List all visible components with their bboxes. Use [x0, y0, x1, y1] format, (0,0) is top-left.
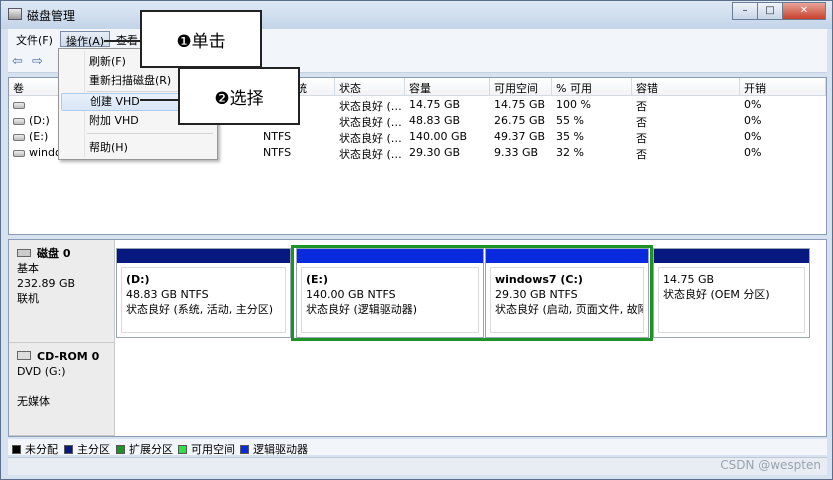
callout-step-1: ❶单击 [140, 10, 262, 68]
cell-filesystem: NTFS [263, 146, 292, 159]
drive-icon [13, 133, 25, 141]
partition-name: (D:) [126, 273, 150, 286]
cell-percent: 35 % [556, 130, 584, 143]
cell-overhead: 0% [744, 98, 762, 111]
column-overhead[interactable]: 开销 [740, 78, 826, 96]
cell-overhead: 0% [744, 130, 762, 143]
cell-capacity: 29.30 GB [409, 146, 461, 159]
partition-c[interactable]: windows7 (C:) 29.30 GB NTFS 状态良好 (启动, 页面… [485, 248, 649, 338]
cell-overhead: 0% [744, 146, 762, 159]
menu-view[interactable]: 查看 [111, 31, 143, 47]
cell-free: 9.33 GB [494, 146, 539, 159]
cell-status: 状态良好 (… [339, 132, 402, 145]
window-title: 磁盘管理 [27, 9, 76, 23]
maximize-button[interactable]: □ [757, 2, 783, 20]
partition-size: 140.00 GB NTFS [306, 288, 396, 301]
legend-unallocated: 未分配 [12, 441, 58, 457]
table-row-volume[interactable]: (E:) [9, 130, 59, 146]
close-button[interactable]: ✕ [782, 2, 826, 20]
cdrom-name: CD-ROM 0 [37, 350, 100, 363]
partition-name: (E:) [306, 273, 328, 286]
column-percent-free[interactable]: % 可用 [552, 78, 632, 96]
status-bar [8, 457, 827, 475]
legend-free-space: 可用空间 [178, 441, 235, 457]
menu-action[interactable]: 操作(A) [60, 31, 111, 48]
partition-status: 状态良好 (启动, 页面文件, 故障 [495, 303, 644, 316]
disk-name: 磁盘 0 [37, 247, 71, 260]
cell-fault: 否 [636, 148, 647, 161]
disk-management-icon [8, 8, 22, 20]
cell-free: 49.37 GB [494, 130, 546, 143]
cell-fault: 否 [636, 100, 647, 113]
disk-0-label[interactable]: 磁盘 0 基本 232.89 GB 联机 [9, 240, 115, 343]
cdrom-type: DVD (G:) [17, 365, 66, 378]
legend-extended: 扩展分区 [116, 441, 173, 457]
cell-fault: 否 [636, 116, 647, 129]
partition-d[interactable]: (D:) 48.83 GB NTFS 状态良好 (系统, 活动, 主分区) [116, 248, 291, 338]
cdrom-state: 无媒体 [17, 395, 50, 408]
cell-free: 26.75 GB [494, 114, 546, 127]
cell-filesystem: NTFS [263, 130, 292, 143]
cell-percent: 32 % [556, 146, 584, 159]
arrow-right-icon[interactable]: ⇨ [32, 54, 43, 69]
arrow-left-icon[interactable]: ⇦ [12, 54, 23, 69]
callout-2-leader [140, 99, 180, 101]
cell-percent: 55 % [556, 114, 584, 127]
partition-bar [654, 249, 809, 263]
cdrom-empty-area [116, 343, 826, 435]
drive-icon [13, 117, 25, 125]
disk-icon [17, 249, 31, 257]
table-row-volume[interactable]: (D:) [9, 114, 59, 130]
legend-primary: 主分区 [64, 441, 110, 457]
partition-bar [486, 249, 648, 263]
cdrom-icon [17, 351, 31, 360]
cell-capacity: 14.75 GB [409, 98, 461, 111]
partition-bar [297, 249, 483, 263]
cell-overhead: 0% [744, 114, 762, 127]
partition-status: 状态良好 (OEM 分区) [663, 288, 770, 301]
partition-name: windows7 (C:) [495, 273, 583, 286]
column-capacity[interactable]: 容量 [405, 78, 490, 96]
cell-status: 状态良好 (… [339, 116, 402, 129]
legend-logical: 逻辑驱动器 [240, 441, 308, 457]
disk-size: 232.89 GB [17, 277, 76, 290]
partition-size: 14.75 GB [663, 273, 715, 286]
callout-step-2: ❷选择 [178, 67, 300, 125]
menu-file[interactable]: 文件(F) [11, 31, 58, 47]
cdrom-0-label[interactable]: CD-ROM 0 DVD (G:) 无媒体 [9, 343, 115, 436]
drive-icon [13, 149, 25, 157]
menu-item-help[interactable]: 帮助(H) [61, 139, 215, 157]
drive-icon [13, 101, 25, 109]
cell-capacity: 140.00 GB [409, 130, 468, 143]
partition-size: 29.30 GB NTFS [495, 288, 578, 301]
cell-status: 状态良好 (… [339, 100, 402, 113]
title-bar: 磁盘管理 – □ ✕ [1, 1, 832, 29]
partition-oem[interactable]: 14.75 GB 状态良好 (OEM 分区) [653, 248, 810, 338]
column-free-space[interactable]: 可用空间 [490, 78, 552, 96]
callout-1-leader [104, 40, 140, 42]
column-status[interactable]: 状态 [335, 78, 405, 96]
partition-size: 48.83 GB NTFS [126, 288, 209, 301]
column-fault-tolerance[interactable]: 容错 [632, 78, 740, 96]
table-row-volume[interactable] [9, 98, 59, 114]
cell-status: 状态良好 (… [339, 148, 402, 161]
cell-capacity: 48.83 GB [409, 114, 461, 127]
disk-state: 联机 [17, 292, 39, 305]
minimize-button[interactable]: – [732, 2, 758, 20]
legend: 未分配 主分区 扩展分区 可用空间 逻辑驱动器 [8, 439, 827, 457]
cell-free: 14.75 GB [494, 98, 546, 111]
partition-status: 状态良好 (系统, 活动, 主分区) [126, 303, 274, 316]
table-row-volume[interactable]: windo [9, 146, 61, 162]
partition-e[interactable]: (E:) 140.00 GB NTFS 状态良好 (逻辑驱动器) [296, 248, 484, 338]
watermark: CSDN @wespten [720, 458, 821, 472]
partition-status: 状态良好 (逻辑驱动器) [306, 303, 418, 316]
cell-percent: 100 % [556, 98, 591, 111]
menu-bar: 文件(F) 操作(A) 查看 [8, 29, 827, 49]
disk-type: 基本 [17, 262, 39, 275]
disk-graphical-view: 磁盘 0 基本 232.89 GB 联机 (D:) 48.83 GB NTFS … [8, 239, 827, 437]
cell-fault: 否 [636, 132, 647, 145]
partition-bar [117, 249, 290, 263]
